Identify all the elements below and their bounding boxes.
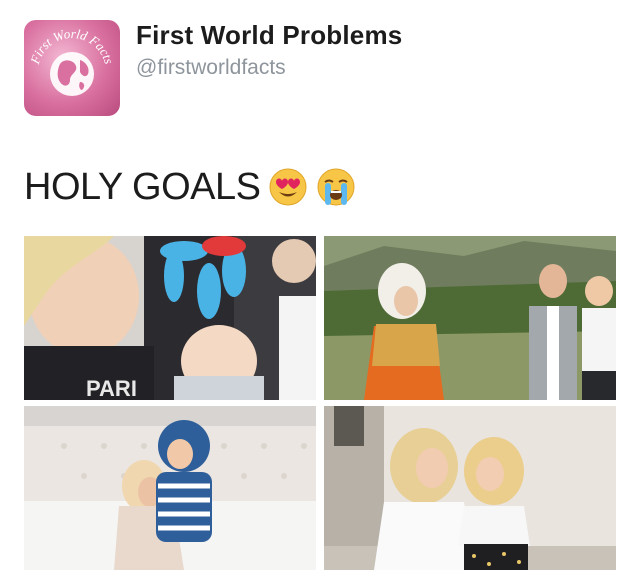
shirt-text: PARI bbox=[86, 376, 137, 400]
photo-family-field[interactable] bbox=[324, 236, 616, 400]
heart-eyes-emoji-icon bbox=[268, 167, 308, 207]
tweet-text: HOLY GOALS bbox=[24, 164, 356, 210]
globe-icon: First World Facts bbox=[27, 26, 117, 96]
tweet-text-content: HOLY GOALS bbox=[24, 165, 261, 208]
profile-avatar[interactable]: First World Facts bbox=[24, 20, 120, 116]
photo-mom-baby-balloon[interactable]: PARI bbox=[24, 236, 316, 400]
photo-mom-toddler-bed[interactable] bbox=[24, 406, 316, 570]
loudly-crying-emoji-icon bbox=[316, 167, 356, 207]
display-name[interactable]: First World Problems bbox=[136, 20, 402, 51]
media-grid: PARI bbox=[24, 236, 616, 570]
tweet-card: First World Facts First World Problems @… bbox=[0, 0, 640, 587]
user-handle[interactable]: @firstworldfacts bbox=[136, 56, 286, 80]
photo-mom-daughter-outdoor[interactable] bbox=[324, 406, 616, 570]
